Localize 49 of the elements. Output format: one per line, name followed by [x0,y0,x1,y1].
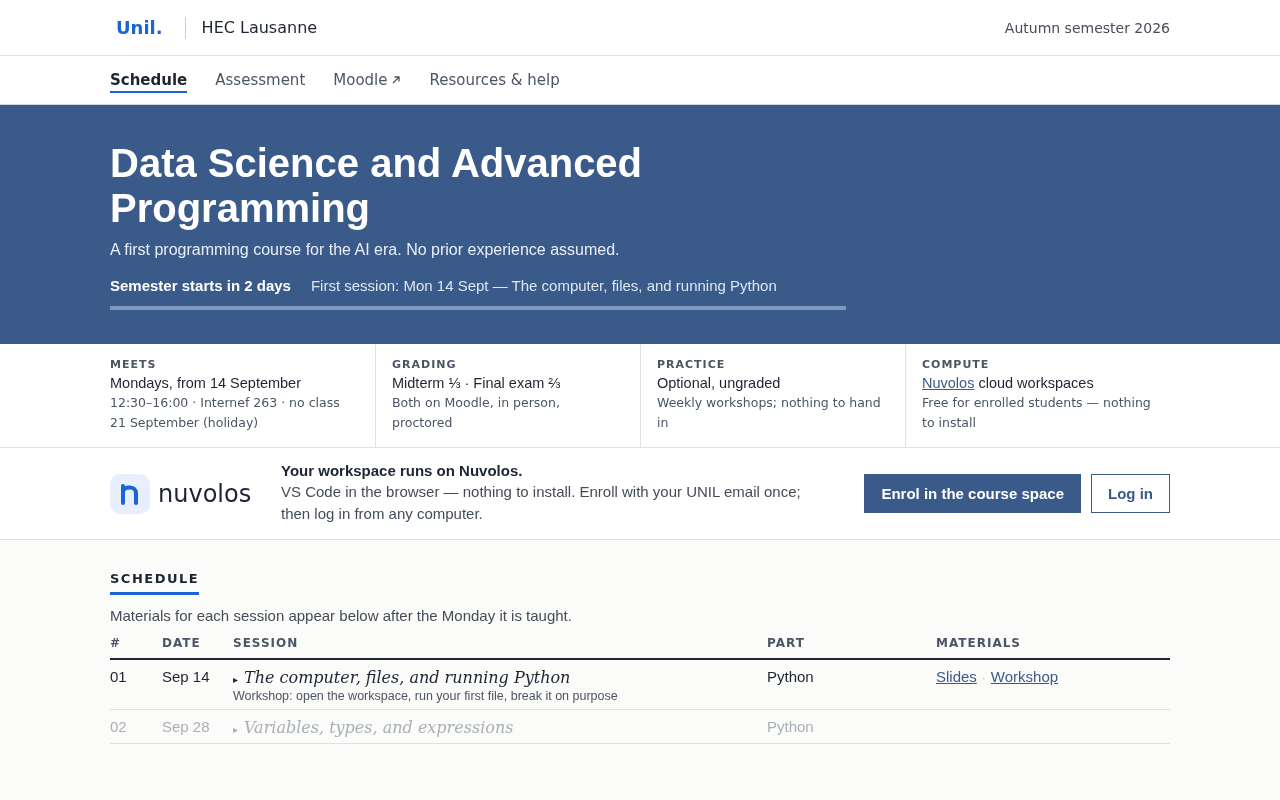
fact-detail: Free for enrolled students — nothing to install [922,394,1152,432]
nav-tab[interactable]: Moodle [333,67,402,93]
nav-tab[interactable]: Resources & help [429,67,560,93]
nuvolos-wordmark: nuvolos [158,479,252,508]
fact-label: COMPUTE [922,358,991,371]
session-title[interactable]: The computer, files, and running Python [244,668,571,687]
course-subtitle: A first programming course for the AI era. No prior experience assumed. [110,241,621,259]
logo[interactable]: Unil. [116,16,186,39]
course-title: Data Science and Advanced Programming [110,141,644,231]
fact-headline: Nuvolos cloud workspaces [922,375,1095,391]
school-name: HEC Lausanne [201,18,318,37]
workspace-title: Your workspace runs on Nuvolos. [281,462,524,479]
column-header: MATERIALS [936,632,1170,660]
material-link[interactable]: Slides [936,668,977,685]
session-note: Workshop: open the workspace, run your first file, break it on purpose [233,689,619,703]
fact-label: PRACTICE [657,358,727,371]
fact-detail: Weekly workshops; nothing to hand in [657,394,882,432]
fact-detail: Both on Moodle, in person, proctored [392,394,561,432]
nav-tab[interactable]: Schedule [110,67,188,93]
separator-dot: · [981,671,986,685]
fact-detail: 12:30–16:00 · Internef 263 · no class 21 September (holiday) [110,394,341,432]
session-date: Sep 14 [162,668,210,685]
nuvolos-logo-icon [110,473,150,514]
column-header: PART [767,632,936,660]
login-button[interactable]: Log in [1091,474,1170,513]
expand-marker[interactable]: ▸ [233,674,238,685]
material-link[interactable]: Workshop [990,668,1059,685]
fact-headline: Midterm ⅓ · Final exam ⅔ [392,375,562,391]
session-number: 02 [110,718,127,735]
session-number: 01 [110,668,127,685]
fact-label: MEETS [110,358,158,371]
semester-label: Autumn semester 2026 [1004,19,1170,36]
column-header: DATE [162,632,233,660]
section-heading: SCHEDULE [110,571,200,595]
workspace-text: VS Code in the browser — nothing to install. Enroll with your UNIL email once; then log in from any computer. [281,482,802,524]
fact-headline: Optional, ungraded [657,375,782,391]
fact-headline: Mondays, from 14 September [110,375,302,391]
fact-label: GRADING [392,358,458,371]
nuvolos-link[interactable]: Nuvolos [922,375,975,391]
session-part: Python [767,668,814,685]
column-header: SESSION [233,632,767,660]
session-date: Sep 28 [162,718,210,735]
session-part: Python [767,718,814,735]
enrol-button[interactable]: Enrol in the course space [864,474,1081,513]
column-header: # [110,632,162,660]
nav-tab[interactable]: Assessment [215,67,306,93]
schedule-intro: Materials for each session appear below after the Monday it is taught. [110,607,573,624]
first-session-label: First session: Mon 14 Sept — The computer, files, and running Python [310,277,777,294]
countdown-label: Semester starts in 2 days [110,277,291,294]
